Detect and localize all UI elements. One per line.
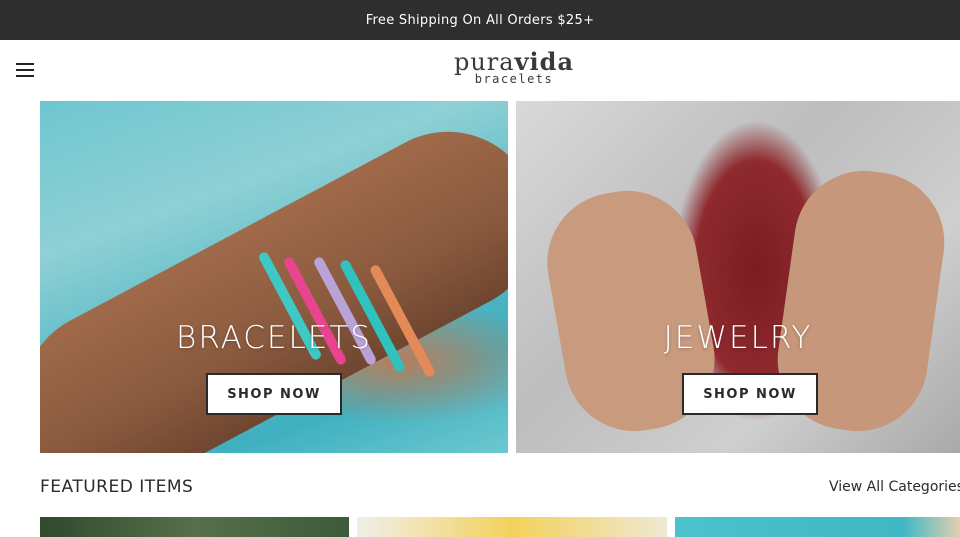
site-header: puravida bracelets bbox=[0, 40, 960, 101]
hero-bracelets[interactable]: BRACELETS SHOP NOW bbox=[40, 101, 508, 453]
hero-jewelry-title: JEWELRY bbox=[663, 320, 813, 356]
shop-bracelets-button[interactable]: SHOP NOW bbox=[206, 373, 342, 415]
view-all-categories-link[interactable]: View All Categories bbox=[829, 479, 960, 495]
hero-jewelry[interactable]: JEWELRY SHOP NOW bbox=[516, 101, 960, 453]
featured-items-heading: FEATURED ITEMS bbox=[40, 477, 194, 497]
featured-product-image[interactable] bbox=[40, 517, 349, 537]
announcement-bar: Free Shipping On All Orders $25+ bbox=[0, 0, 960, 40]
brand-logo[interactable]: puravida bracelets bbox=[444, 50, 584, 90]
hero-bracelets-title: BRACELETS bbox=[176, 320, 372, 356]
featured-product-image[interactable] bbox=[675, 517, 960, 537]
announcement-text: Free Shipping On All Orders $25+ bbox=[365, 12, 595, 28]
hamburger-menu-icon[interactable] bbox=[12, 58, 38, 82]
shop-jewelry-button[interactable]: SHOP NOW bbox=[682, 373, 818, 415]
featured-product-image[interactable] bbox=[357, 517, 667, 537]
